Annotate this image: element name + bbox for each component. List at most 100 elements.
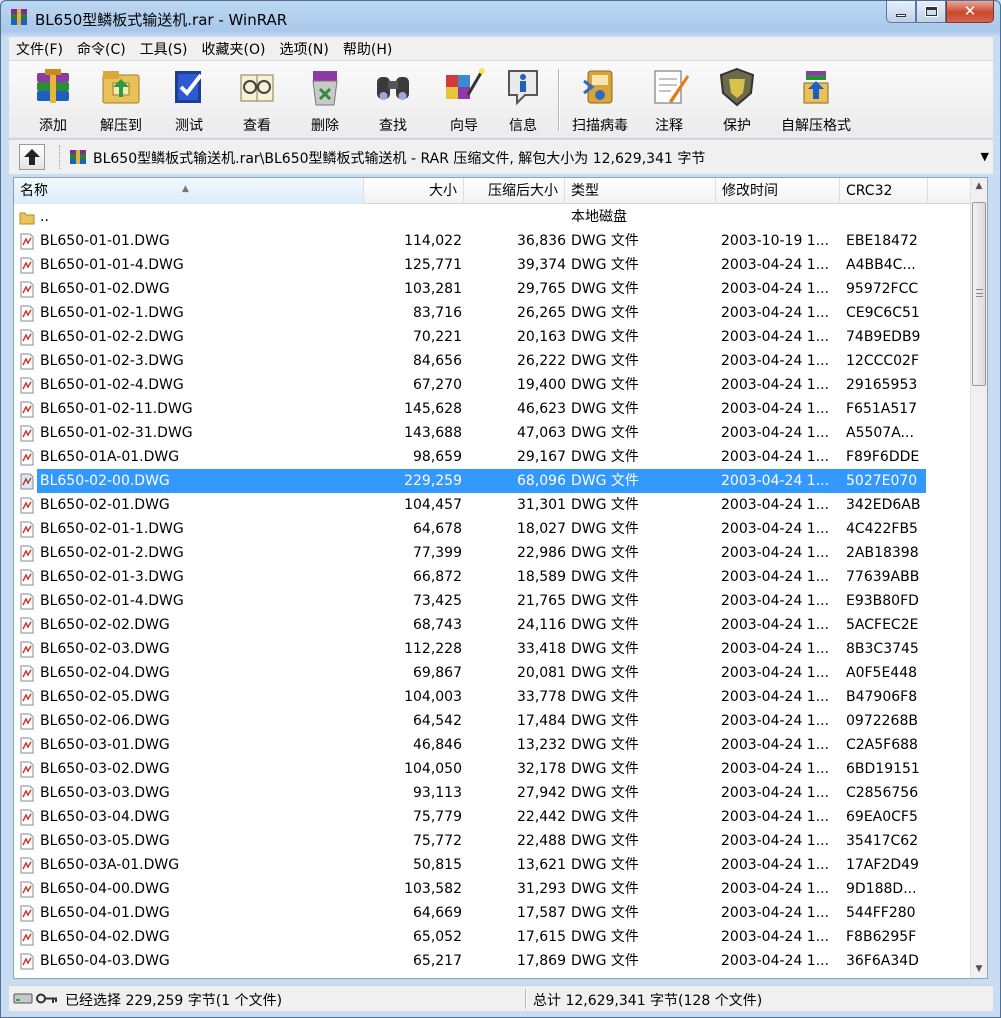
file-size: 75,772 [413,833,462,849]
file-name: BL650-01-01-4.DWG [40,257,184,273]
table-row[interactable]: BL650-01-02-4.DWG 67,270 19,400 DWG 文件 2003-… [14,373,971,397]
file-crc: 5027E070 [846,473,918,489]
table-row[interactable]: BL650-04-02.DWG 65,052 17,615 DWG 文件 2003-04… [14,925,971,949]
file-modified: 2003-04-24 1... [721,881,830,897]
file-packed-size: 24,116 [517,617,566,633]
comment-button[interactable]: 注释 [635,65,703,137]
key-icon[interactable] [36,992,58,1005]
menu-favorites[interactable]: 收藏夹(O) [195,39,273,59]
file-crc: F651A517 [846,401,918,417]
test-button[interactable]: 测试 [155,65,223,137]
table-row[interactable]: BL650-02-03.DWG 112,228 33,418 DWG 文件 2003-0… [14,637,971,661]
delete-icon [312,71,338,106]
extract-to-button[interactable]: 解压到 [87,65,155,137]
title-bar[interactable]: BL650型鳞板式输送机.rar - WinRAR ✕ [1,1,1000,35]
table-row[interactable]: BL650-02-01-2.DWG 77,399 22,986 DWG 文件 2003-… [14,541,971,565]
dwg-file-icon [20,929,34,946]
address-path-field[interactable]: BL650型鳞板式输送机.rar\BL650型鳞板式输送机 - RAR 压缩文件… [67,144,993,170]
file-type: DWG 文件 [571,713,639,729]
table-row[interactable]: BL650-02-02.DWG 68,743 24,116 DWG 文件 2003-04… [14,613,971,637]
scroll-down-icon[interactable]: ▼ [971,961,987,978]
table-row[interactable]: BL650-01-02-3.DWG 84,656 26,222 DWG 文件 2003-… [14,349,971,373]
column-modified[interactable]: 修改时间 [716,178,840,204]
extract-to-icon [102,71,140,104]
wizard-button[interactable]: 向导 [427,65,501,137]
file-modified: 2003-04-24 1... [721,329,830,345]
column-name-label: 名称 [20,183,48,199]
dwg-file-icon [20,737,34,754]
menu-options[interactable]: 选项(N) [272,39,335,59]
dwg-file-icon [20,857,34,874]
table-row[interactable]: BL650-03-05.DWG 75,772 22,488 DWG 文件 2003-04… [14,829,971,853]
table-row[interactable]: BL650-01-02.DWG 103,281 29,765 DWG 文件 2003-0… [14,277,971,301]
menu-file[interactable]: 文件(F) [9,39,70,59]
delete-button[interactable]: 删除 [291,65,359,137]
minimize-button[interactable] [886,1,916,23]
file-list[interactable]: 名称 ▲ 大小 压缩后大小 类型 修改时间 CRC32 .. 本地磁盘 BL65… [13,177,988,979]
virus-scan-button[interactable]: 扫描病毒 [565,65,635,137]
drive-icon[interactable] [13,992,33,1005]
file-modified: 2003-04-24 1... [721,617,830,633]
column-type[interactable]: 类型 [565,178,716,204]
table-row[interactable]: BL650-03-01.DWG 46,846 13,232 DWG 文件 2003-04… [14,733,971,757]
table-row[interactable]: BL650-02-06.DWG 64,542 17,484 DWG 文件 2003-04… [14,709,971,733]
table-row[interactable]: BL650-04-03.DWG 65,217 17,869 DWG 文件 2003-04… [14,949,971,973]
protect-button[interactable]: 保护 [703,65,771,137]
file-modified: 2003-04-24 1... [721,953,830,969]
window-title: BL650型鳞板式输送机.rar - WinRAR [35,11,288,29]
table-row[interactable]: BL650-02-01-4.DWG 73,425 21,765 DWG 文件 2003-… [14,589,971,613]
find-button[interactable]: 查找 [359,65,427,137]
chevron-down-icon[interactable]: ▼ [981,150,989,163]
table-row[interactable]: BL650-02-01-3.DWG 66,872 18,589 DWG 文件 2003-… [14,565,971,589]
menu-tools[interactable]: 工具(S) [133,39,195,59]
file-type: DWG 文件 [571,641,639,657]
column-size[interactable]: 大小 [364,178,464,204]
add-button[interactable]: 添加 [19,65,87,137]
file-type: DWG 文件 [571,593,639,609]
table-row[interactable]: BL650-02-00.DWG 229,259 68,096 DWG 文件 2003-0… [14,469,971,493]
file-name: BL650-02-04.DWG [40,665,170,681]
scroll-up-icon[interactable]: ▲ [971,178,987,195]
table-row[interactable]: BL650-01A-01.DWG 98,659 29,167 DWG 文件 2003-0… [14,445,971,469]
scrollbar-thumb[interactable] [972,202,986,386]
column-name[interactable]: 名称 ▲ [14,178,364,204]
file-modified: 2003-04-24 1... [721,401,830,417]
parent-folder-row[interactable]: .. 本地磁盘 [14,205,971,229]
menu-help[interactable]: 帮助(H) [336,39,399,59]
table-row[interactable]: BL650-01-02-2.DWG 70,221 20,163 DWG 文件 2003-… [14,325,971,349]
up-folder-button[interactable] [19,144,45,170]
table-row[interactable]: BL650-03A-01.DWG 50,815 13,621 DWG 文件 2003-0… [14,853,971,877]
table-row[interactable]: BL650-02-04.DWG 69,867 20,081 DWG 文件 2003-04… [14,661,971,685]
table-row[interactable]: BL650-02-05.DWG 104,003 33,778 DWG 文件 2003-0… [14,685,971,709]
file-type: DWG 文件 [571,257,639,273]
close-button[interactable]: ✕ [946,1,994,23]
maximize-button[interactable] [916,1,946,23]
total-status: 总计 12,629,341 字节(128 个文件) [533,993,763,1009]
table-row[interactable]: BL650-04-00.DWG 103,582 31,293 DWG 文件 2003-0… [14,877,971,901]
winrar-app-icon [11,9,27,25]
column-packed[interactable]: 压缩后大小 [464,178,565,204]
menu-commands[interactable]: 命令(C) [70,39,133,59]
table-row[interactable]: BL650-01-02-31.DWG 143,688 47,063 DWG 文件 200… [14,421,971,445]
vertical-scrollbar[interactable]: ▲ ▼ [970,178,987,978]
table-row[interactable]: BL650-04-01.DWG 64,669 17,587 DWG 文件 2003-04… [14,901,971,925]
table-row[interactable]: BL650-01-02-11.DWG 145,628 46,623 DWG 文件 200… [14,397,971,421]
file-size: 64,669 [413,905,462,921]
scroll-grip-icon [976,289,983,297]
test-icon [175,71,203,103]
column-crc[interactable]: CRC32 [840,178,928,204]
dwg-file-icon [20,353,34,370]
sfx-button[interactable]: 自解压格式 [771,65,861,137]
table-row[interactable]: BL650-03-04.DWG 75,779 22,442 DWG 文件 2003-04… [14,805,971,829]
info-label: 信息 [509,118,537,134]
table-row[interactable]: BL650-01-01.DWG 114,022 36,836 DWG 文件 2003-1… [14,229,971,253]
table-row[interactable]: BL650-02-01.DWG 104,457 31,301 DWG 文件 2003-0… [14,493,971,517]
table-row[interactable]: BL650-03-03.DWG 93,113 27,942 DWG 文件 2003-04… [14,781,971,805]
file-packed-size: 13,232 [517,737,566,753]
table-row[interactable]: BL650-03-02.DWG 104,050 32,178 DWG 文件 2003-0… [14,757,971,781]
info-button[interactable]: 信息 [501,65,545,137]
table-row[interactable]: BL650-01-02-1.DWG 83,716 26,265 DWG 文件 2003-… [14,301,971,325]
table-row[interactable]: BL650-01-01-4.DWG 125,771 39,374 DWG 文件 2003… [14,253,971,277]
table-row[interactable]: BL650-02-01-1.DWG 64,678 18,027 DWG 文件 2003-… [14,517,971,541]
view-button[interactable]: 查看 [223,65,291,137]
